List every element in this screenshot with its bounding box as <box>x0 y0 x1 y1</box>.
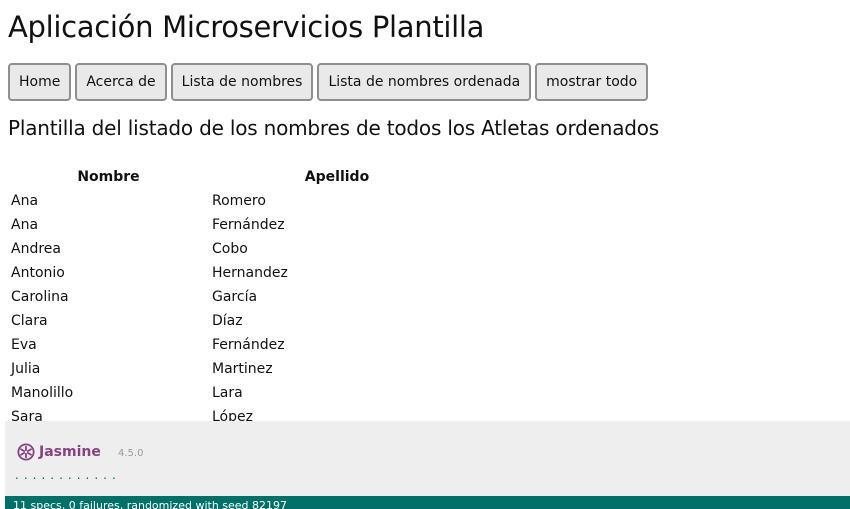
cell-nombre: Clara <box>11 313 48 329</box>
table-row: Carolina García <box>8 285 465 309</box>
table-row: Manolillo Lara <box>8 381 465 405</box>
cell-apellido: Hernandez <box>212 265 288 281</box>
cell-nombre: Eva <box>11 337 37 353</box>
cell-nombre: Manolillo <box>11 385 74 401</box>
jasmine-reporter: Jasmine 4.5.0 ............ 11 specs, 0 f… <box>5 421 850 509</box>
cell-apellido: Fernández <box>212 337 285 353</box>
column-header-nombre: Nombre <box>77 169 140 185</box>
jasmine-brand[interactable]: Jasmine <box>17 443 101 461</box>
athletes-table: Nombre Apellido Ana Romero Ana Fernández… <box>8 165 465 429</box>
table-row: Ana Romero <box>8 189 465 213</box>
cell-apellido: Romero <box>212 193 266 209</box>
column-header-apellido: Apellido <box>304 169 370 185</box>
jasmine-status-text: 11 specs, 0 failures, randomized with se… <box>13 499 288 509</box>
jasmine-status-bar: 11 specs, 0 failures, randomized with se… <box>5 496 850 509</box>
table-row: Eva Fernández <box>8 333 465 357</box>
jasmine-brand-name: Jasmine <box>39 444 101 460</box>
cell-apellido: Lara <box>212 385 243 401</box>
cell-nombre: Carolina <box>11 289 69 305</box>
about-button[interactable]: Acerca de <box>75 63 167 101</box>
sorted-name-list-button[interactable]: Lista de nombres ordenada <box>317 63 532 101</box>
table-row: Antonio Hernandez <box>8 261 465 285</box>
table-header-row: Nombre Apellido <box>8 165 465 189</box>
cell-nombre: Antonio <box>11 265 65 281</box>
jasmine-version: 4.5.0 <box>118 448 144 459</box>
nav-bar: Home Acerca de Lista de nombres Lista de… <box>8 63 649 101</box>
page: Aplicación Microservicios Plantilla Home… <box>0 0 850 509</box>
table-row: Julia Martinez <box>8 357 465 381</box>
cell-apellido: García <box>212 289 258 305</box>
cell-nombre: Ana <box>11 217 39 233</box>
jasmine-flower-icon <box>17 443 35 461</box>
table-row: Ana Fernández <box>8 213 465 237</box>
table-row: Clara Díaz <box>8 309 465 333</box>
cell-apellido: Cobo <box>212 241 248 257</box>
show-all-button[interactable]: mostrar todo <box>535 63 649 101</box>
cell-apellido: Martinez <box>212 361 273 377</box>
cell-apellido: Fernández <box>212 217 285 233</box>
cell-nombre: Julia <box>11 361 41 377</box>
cell-nombre: Ana <box>11 193 39 209</box>
page-title: Aplicación Microservicios Plantilla <box>8 10 485 44</box>
table-row: Andrea Cobo <box>8 237 465 261</box>
home-button[interactable]: Home <box>8 63 72 101</box>
spec-result-dots: ............ <box>15 468 121 482</box>
cell-nombre: Andrea <box>11 241 61 257</box>
cell-apellido: Díaz <box>212 313 243 329</box>
section-title: Plantilla del listado de los nombres de … <box>8 116 660 140</box>
name-list-button[interactable]: Lista de nombres <box>170 63 314 101</box>
